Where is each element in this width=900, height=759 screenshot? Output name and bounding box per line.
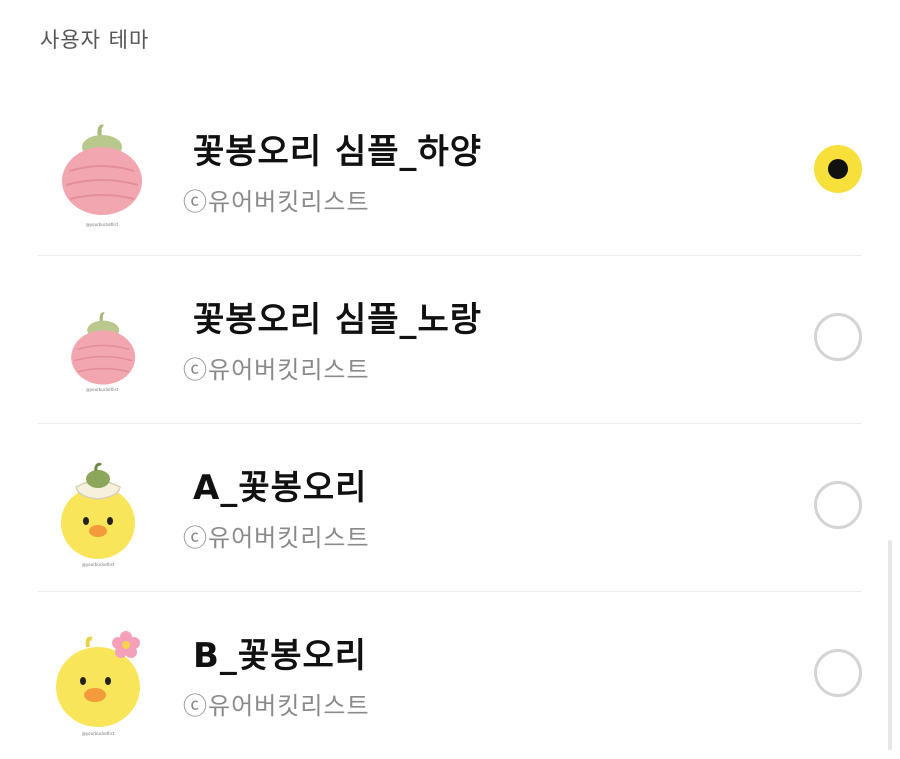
theme-name: 꽃봉오리 심플_하양 xyxy=(193,132,483,172)
theme-author: ⓒ유어버킷리스트 xyxy=(183,356,370,384)
theme-radio[interactable] xyxy=(814,313,862,361)
theme-row-3[interactable]: @yourbucketlist A_꽃봉오리 ⓒ유어버킷리스트 xyxy=(38,424,862,592)
theme-radio[interactable] xyxy=(814,649,862,697)
svg-text:@yourbucketlist: @yourbucketlist xyxy=(86,222,119,227)
theme-list: @yourbucketlist 꽃봉오리 심플_하양 ⓒ유어버킷리스트 @you… xyxy=(0,88,900,759)
theme-author: ⓒ유어버킷리스트 xyxy=(183,692,370,720)
theme-author: ⓒ유어버킷리스트 xyxy=(183,188,370,216)
svg-text:@yourbucketlist: @yourbucketlist xyxy=(82,562,115,567)
theme-name: 꽃봉오리 심플_노랑 xyxy=(193,300,483,340)
theme-author: ⓒ유어버킷리스트 xyxy=(183,524,370,552)
theme-radio[interactable] xyxy=(814,481,862,529)
theme-row-1[interactable]: @yourbucketlist 꽃봉오리 심플_하양 ⓒ유어버킷리스트 xyxy=(38,88,862,256)
theme-name: A_꽃봉오리 xyxy=(193,468,368,508)
radio-dot xyxy=(828,159,848,179)
pink-flower-bud-icon: @yourbucketlist xyxy=(48,113,158,233)
scrollbar[interactable] xyxy=(888,540,892,750)
chick-bud-hat-icon: @yourbucketlist xyxy=(48,449,158,569)
svg-text:@yourbucketlist: @yourbucketlist xyxy=(82,731,115,736)
theme-row-4[interactable]: @yourbucketlist B_꽃봉오리 ⓒ유어버킷리스트 xyxy=(38,592,862,759)
theme-name: B_꽃봉오리 xyxy=(193,636,368,676)
theme-radio-selected[interactable] xyxy=(814,145,862,193)
theme-row-2[interactable]: @yourbucketlist 꽃봉오리 심플_노랑 ⓒ유어버킷리스트 xyxy=(38,256,862,424)
pink-flower-bud-icon: @yourbucketlist xyxy=(48,281,158,401)
svg-text:@yourbucketlist: @yourbucketlist xyxy=(86,387,119,392)
section-title: 사용자 테마 xyxy=(40,28,150,52)
chick-flower-icon: @yourbucketlist xyxy=(48,617,158,737)
